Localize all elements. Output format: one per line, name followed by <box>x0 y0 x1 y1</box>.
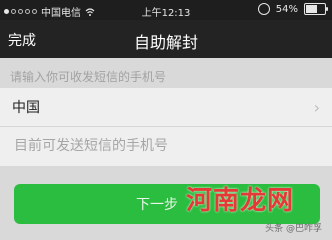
phone-input-row <box>0 127 332 165</box>
phone-hint-label: 请输入你可收发短信的手机号 <box>10 70 167 84</box>
next-step-label: 下一步 <box>136 197 178 213</box>
battery-percent: 54% <box>275 3 298 15</box>
chevron-right-icon: › <box>313 98 320 117</box>
phone-number-input[interactable] <box>12 135 316 157</box>
page-title: 自助解封 <box>133 33 198 52</box>
rotation-lock-icon <box>257 3 270 15</box>
country-value: 中国 <box>12 100 40 116</box>
watermark-logo: 河南龙网 <box>186 186 295 216</box>
country-selector[interactable]: 中国 › <box>0 88 332 127</box>
status-right: 54% <box>257 3 328 15</box>
navigation-bar: 完成 自助解封 <box>0 20 332 58</box>
phone-form-group: 中国 › <box>0 88 332 166</box>
watermark-credit: 头条 @巴咋孚 <box>265 224 322 234</box>
battery-icon <box>304 3 328 15</box>
status-bar: 中国电信 上午12:13 54% <box>0 0 332 20</box>
